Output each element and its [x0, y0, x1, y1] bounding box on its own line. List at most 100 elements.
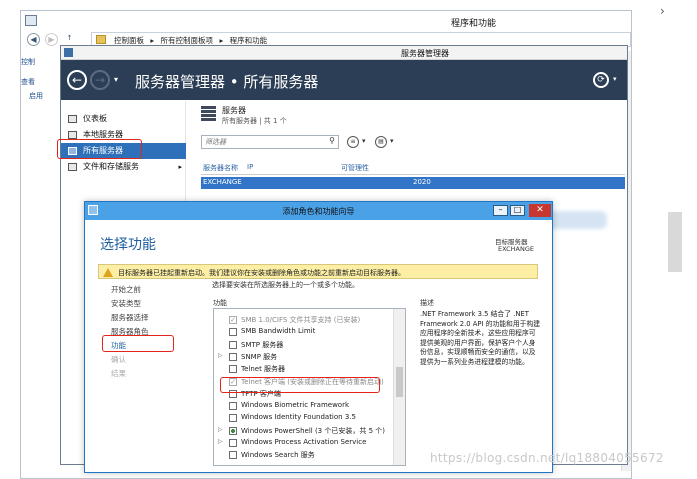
breadcrumb-separator: ▸ — [150, 36, 155, 45]
back-arrow-icon[interactable]: ◀ — [27, 33, 40, 46]
dashboard-icon — [68, 115, 77, 123]
target-server-value: EXCHANGE — [498, 245, 534, 253]
wizard-step-before-begin[interactable]: 开始之前 — [111, 284, 141, 295]
warning-icon — [103, 268, 113, 277]
forward-arrow-icon[interactable]: ▶ — [45, 33, 58, 46]
outer-title-bar: 程序和功能 — [21, 11, 631, 31]
maximize-icon[interactable]: □ — [510, 205, 525, 216]
column-header[interactable]: 可管理性 — [341, 163, 369, 173]
feature-label: SMB Bandwidth Limit — [241, 327, 316, 336]
expand-icon[interactable]: ▷ — [218, 426, 223, 433]
feature-label: SMB 1.0/CIFS 文件共享支持 (已安装) — [241, 316, 361, 324]
nav-item-label: 本地服务器 — [83, 130, 123, 139]
server-icon — [68, 131, 77, 139]
table-row[interactable]: EXCHANGE 2020 — [201, 177, 625, 189]
feature-checkbox[interactable] — [229, 365, 237, 374]
back-button[interactable]: ← — [67, 70, 87, 90]
instruction-text: 选择要安装在所选服务器上的一个或多个功能。 — [212, 281, 359, 289]
forward-button[interactable]: → — [90, 70, 110, 90]
feature-label: SMTP 服务器 — [241, 340, 284, 349]
feature-checkbox[interactable] — [229, 402, 237, 411]
wizard-step-server-selection[interactable]: 服务器选择 — [111, 312, 149, 323]
wizard-step-results: 结果 — [111, 369, 126, 378]
breadcrumb-item[interactable]: 所有控制面板项 — [161, 36, 214, 45]
feature-checkbox[interactable] — [229, 328, 237, 337]
server-manager-title: 服务器管理器 — [401, 49, 449, 58]
chevron-down-icon[interactable]: ▾ — [362, 137, 366, 145]
minimize-icon[interactable]: – — [493, 205, 508, 216]
sidebar-link[interactable]: 查看 — [21, 77, 35, 87]
feature-item[interactable]: SMB Bandwidth Limit — [214, 326, 394, 338]
column-header[interactable]: 服务器名称 — [203, 163, 238, 173]
breadcrumb-item[interactable]: 控制面板 — [114, 36, 144, 45]
highlight-box — [57, 139, 142, 159]
page-title: 服务器管理器 • 所有服务器 — [135, 73, 319, 91]
feature-checkbox[interactable] — [229, 414, 237, 423]
scroll-thumb[interactable] — [396, 367, 403, 397]
server-name-cell: EXCHANGE — [203, 178, 242, 186]
wizard-heading: 选择功能 — [100, 237, 156, 253]
breadcrumb-item[interactable]: 程序和功能 — [230, 36, 268, 45]
nav-item-label: 文件和存储服务 — [83, 162, 139, 171]
close-icon[interactable]: ✕ — [529, 204, 551, 217]
feature-checkbox[interactable] — [229, 426, 237, 435]
feature-checkbox[interactable] — [229, 451, 237, 460]
window-icon — [25, 15, 37, 26]
feature-item[interactable]: ▷ Windows PowerShell (3 个已安装，共 5 个) — [214, 425, 394, 437]
feature-item[interactable]: Windows Biometric Framework — [214, 400, 394, 412]
chevron-right-icon: ▸ — [178, 163, 182, 171]
feature-checkbox[interactable] — [229, 439, 237, 447]
sidebar-link[interactable]: 控制 — [21, 57, 35, 67]
refresh-icon[interactable]: ⟳ — [593, 72, 609, 88]
features-label: 功能 — [213, 299, 227, 307]
features-scrollbar[interactable] — [393, 309, 405, 465]
feature-checkbox[interactable] — [229, 340, 237, 349]
nav-item-label: 仪表板 — [83, 114, 107, 123]
feature-label: SNMP 服务 — [241, 352, 278, 361]
chevron-down-icon[interactable]: ▾ — [390, 137, 394, 145]
refresh-dropdown-icon[interactable]: ▾ — [613, 75, 617, 83]
servers-icon — [201, 106, 216, 122]
feature-item[interactable]: Windows Search 服务 — [214, 449, 394, 461]
wizard-step-install-type[interactable]: 安装类型 — [111, 298, 141, 309]
feature-item[interactable]: ▷ Windows Process Activation Service — [214, 437, 394, 449]
wizard-step-confirm: 确认 — [111, 355, 126, 364]
feature-item[interactable]: ✓ SMB 1.0/CIFS 文件共享支持 (已安装) — [214, 314, 394, 326]
feature-description: .NET Framework 3.5 结合了 .NET Framework 2.… — [420, 310, 541, 366]
server-manager-icon — [64, 48, 73, 57]
feature-item[interactable]: SMTP 服务器 — [214, 339, 394, 351]
feature-label: Telnet 服务器 — [241, 365, 286, 374]
feature-checkbox[interactable] — [229, 352, 237, 361]
feature-item[interactable]: ▷ SNMP 服务 — [214, 351, 394, 363]
sidebar-link[interactable]: 启用 — [29, 91, 43, 101]
outer-sidebar: 控制 查看 启用 — [21, 51, 59, 151]
nav-item-dashboard[interactable]: 仪表板 — [61, 111, 186, 127]
nav-item-file-storage[interactable]: 文件和存储服务 ▸ — [61, 159, 186, 175]
feature-label: Windows Identity Foundation 3.5 — [241, 413, 356, 422]
filter-input[interactable] — [202, 136, 320, 148]
expand-icon[interactable]: ▷ — [218, 352, 223, 359]
feature-label: Windows Search 服务 — [241, 451, 315, 460]
server-manager-header: ← → ▾ 服务器管理器 • 所有服务器 ⟳ ▾ — [61, 60, 627, 100]
wizard-title-bar: 添加角色和功能向导 – □ ✕ — [85, 202, 552, 220]
filter-options-icon[interactable]: ≡ — [347, 136, 359, 148]
warning-text: 目标服务器已挂起重新启动。我们建议你在安装或删除角色或功能之前重新启动目标服务器… — [118, 269, 405, 277]
servers-subtitle: 所有服务器 | 共 1 个 — [222, 117, 287, 125]
expand-icon[interactable]: ▷ — [218, 438, 223, 445]
search-icon[interactable]: ⚲ — [329, 136, 335, 145]
feature-label: Windows Process Activation Service — [241, 438, 367, 446]
feature-label: Windows PowerShell (3 个已安装，共 5 个) — [241, 426, 385, 435]
save-query-icon[interactable]: ▤ — [375, 136, 387, 148]
storage-icon — [68, 163, 77, 171]
highlight-box — [102, 335, 174, 352]
feature-checkbox[interactable]: ✓ — [229, 316, 237, 324]
history-dropdown-icon[interactable]: ▾ — [114, 75, 118, 84]
column-header[interactable]: IP — [247, 163, 253, 171]
scroll-thumb[interactable] — [668, 212, 682, 272]
feature-label: Windows Biometric Framework — [241, 401, 350, 410]
feature-item[interactable]: Telnet 服务器 — [214, 363, 394, 375]
servers-title: 服务器 — [222, 106, 246, 115]
feature-item[interactable]: Windows Identity Foundation 3.5 — [214, 412, 394, 424]
filter-box[interactable]: ⚲ — [201, 135, 339, 149]
next-arrow-icon[interactable]: › — [660, 4, 665, 18]
